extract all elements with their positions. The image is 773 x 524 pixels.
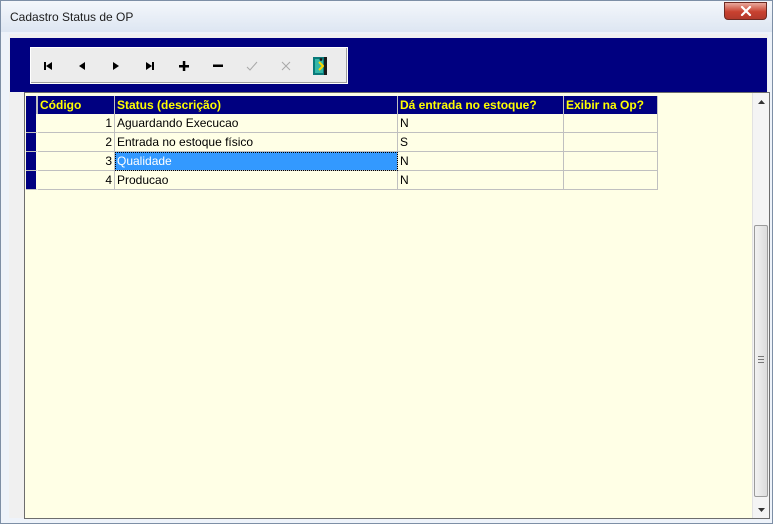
column-header-codigo[interactable]: Código bbox=[38, 96, 115, 114]
cell-exibir[interactable] bbox=[564, 152, 658, 171]
table-row[interactable]: 1 Aguardando Execucao N bbox=[26, 114, 658, 133]
table-row[interactable]: 4 Producao N bbox=[26, 171, 658, 190]
cell-codigo[interactable]: 3 bbox=[38, 152, 115, 171]
next-record-icon bbox=[113, 61, 119, 70]
cell-estoque[interactable]: N bbox=[398, 114, 564, 133]
cell-status-selected[interactable]: Qualidade bbox=[115, 152, 398, 171]
vertical-scrollbar[interactable] bbox=[752, 93, 769, 518]
cell-exibir[interactable] bbox=[564, 133, 658, 152]
row-indicator[interactable] bbox=[26, 152, 38, 171]
nav-cancel-button[interactable] bbox=[269, 48, 303, 83]
scroll-thumb[interactable] bbox=[754, 225, 768, 497]
column-header-status[interactable]: Status (descrição) bbox=[115, 96, 398, 114]
client-area: Código Status (descrição) Dá entrada no … bbox=[9, 34, 770, 519]
insert-record-icon bbox=[179, 60, 189, 71]
cell-status[interactable]: Aguardando Execucao bbox=[115, 114, 398, 133]
close-icon bbox=[740, 6, 751, 16]
scroll-up-button[interactable] bbox=[753, 93, 769, 110]
cell-status[interactable]: Producao bbox=[115, 171, 398, 190]
table-row[interactable]: 3 Qualidade N bbox=[26, 152, 658, 171]
first-record-icon bbox=[44, 61, 52, 70]
table-row[interactable]: 2 Entrada no estoque físico S bbox=[26, 133, 658, 152]
cell-exibir[interactable] bbox=[564, 171, 658, 190]
nav-exit-button[interactable] bbox=[303, 48, 337, 83]
window: Cadastro Status de OP Código Status (des… bbox=[0, 0, 773, 524]
toolbar-panel bbox=[10, 38, 767, 92]
row-indicator[interactable] bbox=[26, 133, 38, 152]
cell-codigo[interactable]: 2 bbox=[38, 133, 115, 152]
cell-estoque[interactable]: N bbox=[398, 152, 564, 171]
scroll-down-icon bbox=[757, 507, 765, 512]
exit-door-icon bbox=[313, 56, 327, 75]
grid-header-row: Código Status (descrição) Dá entrada no … bbox=[26, 96, 658, 114]
cell-exibir[interactable] bbox=[564, 114, 658, 133]
nav-next-button[interactable] bbox=[99, 48, 133, 83]
status-grid[interactable]: Código Status (descrição) Dá entrada no … bbox=[24, 92, 770, 519]
nav-last-button[interactable] bbox=[133, 48, 167, 83]
column-header-exibir[interactable]: Exibir na Op? bbox=[564, 96, 658, 114]
title-bar[interactable]: Cadastro Status de OP bbox=[1, 1, 772, 32]
db-navigator bbox=[30, 47, 348, 84]
nav-post-button[interactable] bbox=[235, 48, 269, 83]
grip-icon bbox=[758, 356, 764, 363]
post-edit-icon bbox=[246, 61, 258, 71]
row-indicator[interactable] bbox=[26, 171, 38, 190]
cancel-edit-icon bbox=[281, 61, 291, 70]
scroll-down-button[interactable] bbox=[753, 501, 769, 518]
window-title: Cadastro Status de OP bbox=[10, 10, 134, 24]
cell-estoque[interactable]: N bbox=[398, 171, 564, 190]
column-header-estoque[interactable]: Dá entrada no estoque? bbox=[398, 96, 564, 114]
delete-record-icon bbox=[213, 64, 223, 67]
cell-status[interactable]: Entrada no estoque físico bbox=[115, 133, 398, 152]
nav-delete-button[interactable] bbox=[201, 48, 235, 83]
nav-prior-button[interactable] bbox=[65, 48, 99, 83]
row-indicator[interactable] bbox=[26, 114, 38, 133]
cell-codigo[interactable]: 4 bbox=[38, 171, 115, 190]
nav-first-button[interactable] bbox=[31, 48, 65, 83]
cell-estoque[interactable]: S bbox=[398, 133, 564, 152]
cell-codigo[interactable]: 1 bbox=[38, 114, 115, 133]
header-indicator bbox=[26, 96, 38, 114]
last-record-icon bbox=[146, 61, 154, 70]
nav-insert-button[interactable] bbox=[167, 48, 201, 83]
prior-record-icon bbox=[79, 61, 85, 70]
scroll-up-icon bbox=[757, 99, 765, 104]
close-button[interactable] bbox=[724, 2, 767, 20]
